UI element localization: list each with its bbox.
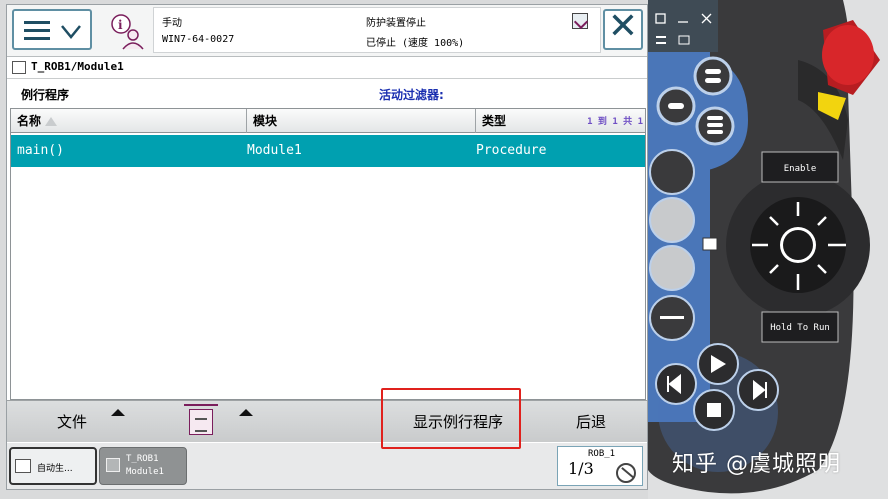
filter-icon bbox=[184, 404, 218, 435]
controller-name: WIN7-64-0027 bbox=[162, 34, 235, 45]
speed-gauge-icon bbox=[616, 463, 636, 483]
pendant-hardware: Enable Hold To Run bbox=[648, 0, 888, 499]
sort-ascending-icon bbox=[45, 117, 58, 126]
active-filter-label[interactable]: 活动过滤器: bbox=[379, 86, 444, 103]
mechanical-unit-label: ROB_1 bbox=[588, 449, 616, 459]
close-icon: ✕ bbox=[607, 6, 639, 47]
cell-module: Module1 bbox=[247, 143, 302, 158]
mode-text: 手动 bbox=[162, 18, 182, 29]
menu-up-arrow-icon bbox=[111, 409, 125, 416]
speed-state: 已停止 (速度 100%) bbox=[366, 38, 465, 49]
table-header: 名称 模块 类型 1 到 1 共 1 bbox=[11, 109, 645, 133]
status-bar: i 手动 WIN7-64-0027 防护装置停止 已停止 (速度 100%) ✕ bbox=[7, 5, 647, 57]
status-panel[interactable]: 手动 WIN7-64-0027 防护装置停止 已停止 (速度 100%) bbox=[153, 7, 601, 53]
section-title: 例行程序 bbox=[21, 88, 70, 102]
operator-info-icon[interactable]: i bbox=[107, 11, 147, 51]
menu-up-arrow-icon bbox=[239, 409, 253, 416]
cell-name: main() bbox=[17, 143, 64, 158]
svg-text:i: i bbox=[118, 18, 123, 32]
routine-table: 名称 模块 类型 1 到 1 共 1 main() Module1 Procedu… bbox=[10, 108, 646, 400]
column-header-type[interactable]: 类型 1 到 1 共 1 bbox=[476, 109, 645, 133]
auto-production-icon bbox=[15, 459, 31, 473]
command-bar: 文件 显示例行程序 后退 bbox=[7, 400, 647, 442]
annotation-highlight-box bbox=[381, 388, 521, 449]
program-editor-icon bbox=[106, 458, 120, 472]
chevron-down-icon bbox=[61, 25, 81, 39]
main-menu-button[interactable] bbox=[12, 9, 92, 50]
flexpendant-screen: i 手动 WIN7-64-0027 防护装置停止 已停止 (速度 100%) ✕… bbox=[6, 4, 648, 490]
task-program-editor[interactable]: T_ROB1 Module1 bbox=[99, 447, 187, 485]
hold-to-run-label: Hold To Run bbox=[770, 323, 830, 333]
table-row[interactable]: main() Module1 Procedure bbox=[11, 135, 645, 167]
column-header-module[interactable]: 模块 bbox=[247, 109, 476, 133]
back-button[interactable]: 后退 bbox=[543, 401, 639, 443]
safety-state: 防护装置停止 bbox=[366, 18, 426, 29]
enable-label: Enable bbox=[784, 164, 817, 174]
filter-tool-button[interactable] bbox=[179, 401, 219, 443]
close-button[interactable]: ✕ bbox=[603, 6, 643, 50]
stop-icon bbox=[707, 403, 721, 417]
pager-text: 1 到 1 共 1 bbox=[587, 117, 643, 127]
column-header-name[interactable]: 名称 bbox=[11, 109, 247, 133]
hamburger-icon bbox=[24, 21, 50, 41]
increment-fraction: 1/3 bbox=[568, 459, 594, 478]
taskbar: 自动生... T_ROB1 Module1 ROB_1 1/3 bbox=[7, 443, 647, 489]
watermark: 知乎 @虞城照明 bbox=[672, 452, 841, 477]
usb-port-icon bbox=[702, 237, 718, 251]
task-auto-production[interactable]: 自动生... bbox=[9, 447, 97, 485]
file-menu-button[interactable]: 文件 bbox=[27, 401, 117, 443]
breadcrumb-path: T_ROB1/Module1 bbox=[31, 60, 124, 73]
cell-type: Procedure bbox=[476, 143, 547, 158]
program-editor-icon bbox=[12, 61, 26, 74]
quickset-button[interactable]: ROB_1 1/3 bbox=[557, 446, 643, 486]
section-header: 例行程序 活动过滤器: bbox=[7, 81, 647, 107]
breadcrumb: T_ROB1/Module1 bbox=[7, 57, 647, 79]
event-log-icon[interactable] bbox=[572, 13, 588, 29]
